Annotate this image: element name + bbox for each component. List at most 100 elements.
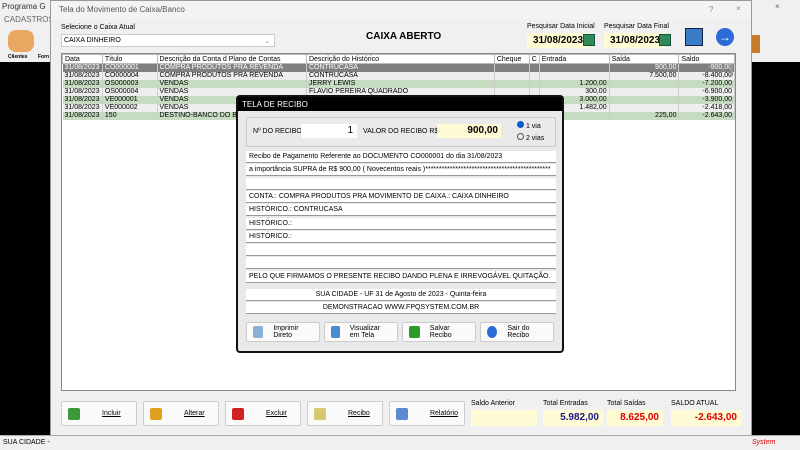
total-entradas-label: Total Entradas <box>543 400 588 407</box>
table-cell: -3.900,00 <box>678 95 735 104</box>
delete-icon <box>232 407 244 420</box>
calendar-icon[interactable] <box>659 34 671 46</box>
add-icon <box>68 407 80 420</box>
table-row[interactable]: 31/08/2023 CO000001 COMPRA PRODUTOS PRA RE… <box>62 63 735 72</box>
saldo-anterior-label: Saldo Anterior <box>471 400 515 407</box>
exit-icon <box>487 326 498 338</box>
receipt-button-0[interactable]: Imprimir Direto <box>246 322 320 342</box>
edit-icon <box>150 407 162 420</box>
receipt-title: TELA DE RECIBO <box>238 97 562 111</box>
fornecedores-label[interactable]: Forn <box>38 54 49 60</box>
table-cell: OS000003 <box>102 79 158 88</box>
refresh-icon[interactable] <box>685 28 703 46</box>
column-header[interactable]: Saldo <box>678 54 735 64</box>
total-saidas-label: Total Saídas <box>607 400 646 407</box>
close-button[interactable]: × <box>736 4 741 13</box>
radio-1-via[interactable]: 1 via <box>517 121 541 130</box>
column-header[interactable]: Descrição da Conta d Plano de Contas <box>156 54 307 64</box>
table-cell: -7.200,00 <box>678 79 735 88</box>
table-cell: 31/08/2023 <box>62 95 103 104</box>
action-button-excluir[interactable]: Excluir <box>225 401 301 426</box>
clientes-label[interactable]: Clientes <box>8 54 27 60</box>
scrollbar[interactable] <box>730 64 733 76</box>
receipt-line: a importância SUPRA de R$ 900,00 ( Novec… <box>246 164 556 177</box>
start-date-input[interactable]: 31/08/2023 <box>527 33 590 48</box>
receipt-value-label: VALOR DO RECIBO R$ <box>363 128 439 135</box>
radio-2-vias[interactable]: 2 vias <box>517 133 544 142</box>
table-cell <box>609 103 680 112</box>
receipt-button-3[interactable]: Sair do Recibo <box>480 322 554 342</box>
table-cell: 31/08/2023 <box>62 103 103 112</box>
total-saidas-value: 8.625,00 <box>607 410 663 426</box>
receipt-line: HISTÓRICO.: <box>246 217 556 230</box>
receipt-number-input[interactable]: 1 <box>301 124 357 138</box>
table-cell: CO000004 <box>102 71 158 80</box>
end-date-input[interactable]: 31/08/2023 <box>604 33 667 48</box>
receipt-line: PELO QUE FIRMAMOS O PRESENTE RECIBO DAND… <box>246 270 556 283</box>
table-cell: 31/08/2023 <box>62 79 103 88</box>
table-cell <box>609 95 680 104</box>
column-header[interactable]: Descrição do Histórico <box>305 54 495 64</box>
receipt-line: HISTÓRICO.: <box>246 230 556 243</box>
calendar-icon[interactable] <box>583 34 595 46</box>
caixa-select[interactable]: CAIXA DINHEIRO ⌄ <box>61 34 275 47</box>
menu-cadastros[interactable]: CADASTROS <box>4 15 54 24</box>
table-cell: 31/08/2023 <box>62 111 103 120</box>
action-button-recibo[interactable]: Recibo <box>307 401 383 426</box>
table-cell: CONTRUCASA <box>306 63 495 72</box>
app-close-button[interactable]: × <box>775 2 780 11</box>
table-cell <box>609 79 680 88</box>
table-cell <box>529 63 540 72</box>
receipt-icon <box>314 407 326 420</box>
column-header[interactable]: Data <box>62 54 103 64</box>
receipt-demo-line: DEMONSTRACAO WWW.FPQSYSTEM.COM.BR <box>246 302 556 314</box>
table-row[interactable]: 31/08/2023 CO000004 COMPRA PRODUTOS PRA RE… <box>62 71 735 80</box>
table-cell: 900,00 <box>609 63 680 72</box>
receipt-city-line: SUA CIDADE - UF 31 de Agosto de 2023 - Q… <box>246 289 556 301</box>
table-cell: 31/08/2023 <box>62 71 103 80</box>
column-header[interactable]: Saída <box>608 54 680 64</box>
receipt-button-2[interactable]: Salvar Recibo <box>402 322 476 342</box>
column-header[interactable]: Entrada <box>538 54 610 64</box>
window-title: Tela do Movimento de Caixa/Banco <box>51 1 751 19</box>
table-row[interactable]: 31/08/2023 OS000003 VENDAS JERRY LEWIS 1.200… <box>62 79 735 88</box>
column-header[interactable]: Título <box>101 54 158 64</box>
table-cell: OS000004 <box>102 87 158 96</box>
table-cell <box>539 71 610 80</box>
table-cell: 31/08/2023 <box>62 63 103 72</box>
column-header[interactable]: Cheque <box>493 54 530 64</box>
report-icon <box>396 407 408 420</box>
receipt-line: HISTÓRICO.: CONTRUCASA <box>246 204 556 217</box>
action-label: Alterar <box>184 410 205 417</box>
table-cell: -6.900,00 <box>678 87 735 96</box>
action-label: Excluir <box>266 410 288 417</box>
help-button[interactable]: ? <box>709 5 713 14</box>
receipt-button-label: Salvar Recibo <box>429 325 452 339</box>
table-cell <box>494 63 530 72</box>
receipt-value-input[interactable]: 900,00 <box>437 124 501 138</box>
action-button-alterar[interactable]: Alterar <box>143 401 219 426</box>
table-cell: COMPRA PRODUTOS PRA REVENDA <box>157 71 307 80</box>
table-cell: VE000002 <box>102 103 158 112</box>
action-button-relatrio[interactable]: Relatório <box>389 401 465 426</box>
table-cell: VENDAS <box>157 79 307 88</box>
table-cell: COMPRA PRODUTOS PRA REVENDA <box>157 63 307 72</box>
table-cell: -900,00 <box>678 63 735 72</box>
table-cell: -2.643,00 <box>678 111 735 120</box>
table-cell <box>494 71 530 80</box>
chevron-down-icon: ⌄ <box>264 38 270 45</box>
exit-arrow-icon[interactable]: → <box>716 28 734 46</box>
total-entradas-value: 5.982,00 <box>543 410 603 426</box>
app-toolbar-icon[interactable] <box>752 35 760 53</box>
receipt-line: Recibo de Pagamento Referente ao DOCUMEN… <box>246 151 556 163</box>
action-label: Incluir <box>102 410 121 417</box>
receipt-dialog: TELA DE RECIBO Nº DO RECIBO 1 VALOR DO R… <box>236 95 564 353</box>
column-header[interactable]: C <box>528 54 540 64</box>
table-cell: 1.200,00 <box>539 79 610 88</box>
receipt-button-1[interactable]: Visualizar em Tela <box>324 322 398 342</box>
table-cell <box>494 79 530 88</box>
receipt-button-label: Imprimir Direto <box>273 325 299 339</box>
action-button-incluir[interactable]: Incluir <box>61 401 137 426</box>
clientes-icon[interactable] <box>8 30 34 52</box>
saldo-atual-value: -2.643,00 <box>671 410 741 426</box>
